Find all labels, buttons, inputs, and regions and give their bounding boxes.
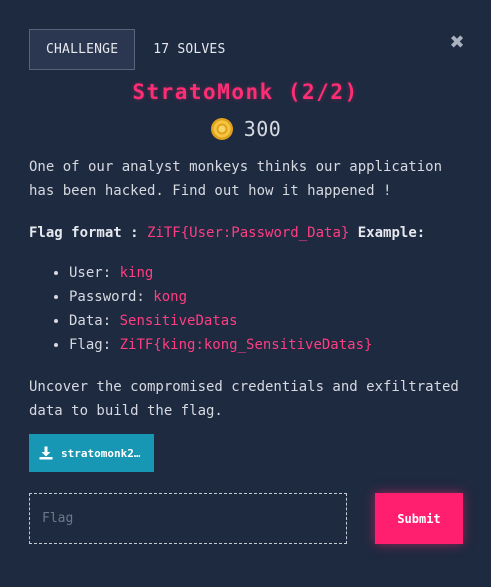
item-value: ZiTF{king:kong_SensitiveDatas} [119,337,373,353]
list-item: User: king [69,261,469,285]
item-label: User: [69,265,112,281]
example-label: Example: [357,225,426,241]
item-value: kong [153,289,188,305]
flag-format-line: Flag format : ZiTF{User:Password_Data} E… [29,221,469,245]
close-icon[interactable]: ✖ [448,34,466,52]
challenge-description: One of our analyst monkeys thinks our ap… [29,155,469,423]
item-value: king [119,265,154,281]
submit-button[interactable]: Submit [375,493,463,544]
flag-input[interactable] [29,493,347,544]
challenge-tabs: CHALLENGE 17 SOLVES [29,29,226,70]
tab-challenge[interactable]: CHALLENGE [29,29,136,70]
tab-solves[interactable]: 17 SOLVES [153,42,225,57]
flag-format-value: ZiTF{User:Password_Data} [147,225,350,241]
coin-icon [210,118,233,140]
description-intro: One of our analyst monkeys thinks our ap… [29,159,443,199]
points-display: 300 [0,117,491,141]
download-icon [39,446,53,460]
points-value: 300 [243,117,282,141]
list-item: Data: SensitiveDatas [69,309,469,333]
download-attachment-button[interactable]: stratomonk2… [29,434,154,472]
example-list: User: king Password: kong Data: Sensitiv… [29,261,469,357]
item-label: Password: [69,289,145,305]
list-item: Flag: ZiTF{king:kong_SensitiveDatas} [69,333,469,357]
item-value: SensitiveDatas [119,313,238,329]
description-outro: Uncover the compromised credentials and … [29,379,459,419]
download-label: stratomonk2… [61,446,141,460]
challenge-title: StratoMonk (2/2) [132,80,359,104]
item-label: Flag: [69,337,112,353]
flag-format-label: Flag format : [29,225,139,241]
item-label: Data: [69,313,112,329]
list-item: Password: kong [69,285,469,309]
